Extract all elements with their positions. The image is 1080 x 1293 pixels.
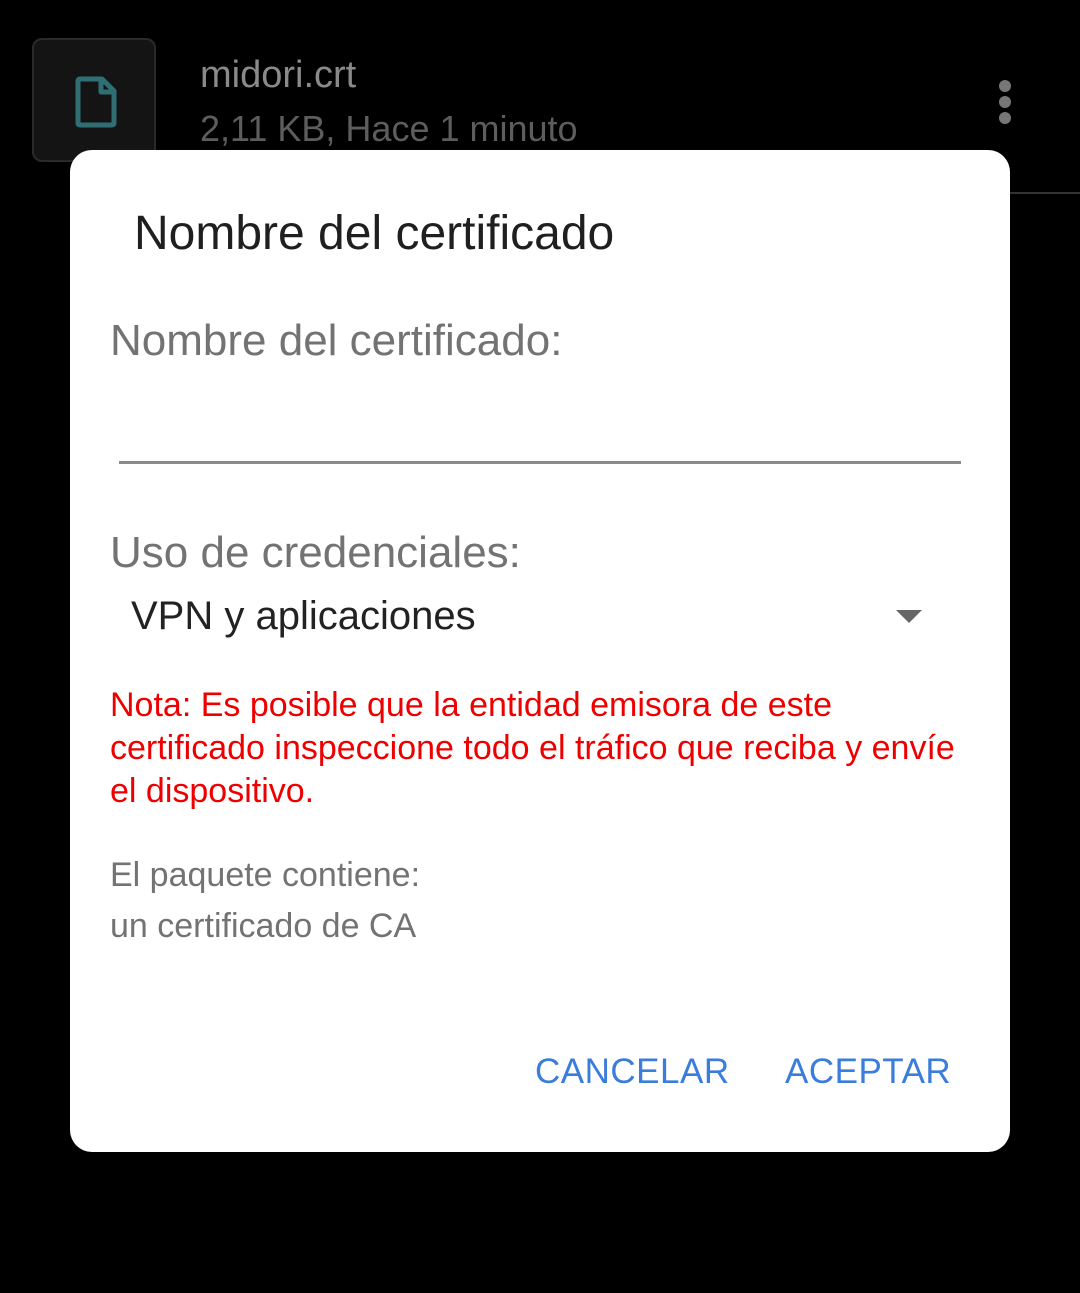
file-name: midori.crt [200,54,357,96]
certificate-name-label: Nombre del certificado: [110,316,563,365]
dropdown-arrow-icon [896,610,922,623]
file-meta: 2,11 KB, Hace 1 minuto [200,108,578,149]
file-thumbnail [32,38,156,162]
dialog-title: Nombre del certificado [134,207,615,260]
certificate-name-dialog: Nombre del certificado Nombre del certif… [70,150,1010,1152]
cancel-button[interactable]: CANCELAR [535,1042,730,1102]
more-vert-icon[interactable] [980,72,1030,132]
package-contents-label: El paquete contiene: [110,856,421,894]
package-contents-value: un certificado de CA [110,907,417,945]
credential-usage-dropdown[interactable]: VPN y aplicaciones [110,580,950,650]
file-icon [75,76,117,128]
warning-note: Nota: Es posible que la entidad emisora … [110,686,955,810]
credential-usage-value: VPN y aplicaciones [131,594,476,638]
credential-usage-label: Uso de credenciales: [110,528,521,577]
accept-button[interactable]: ACEPTAR [785,1042,951,1102]
divider [1000,192,1080,194]
certificate-name-input[interactable] [119,404,961,464]
